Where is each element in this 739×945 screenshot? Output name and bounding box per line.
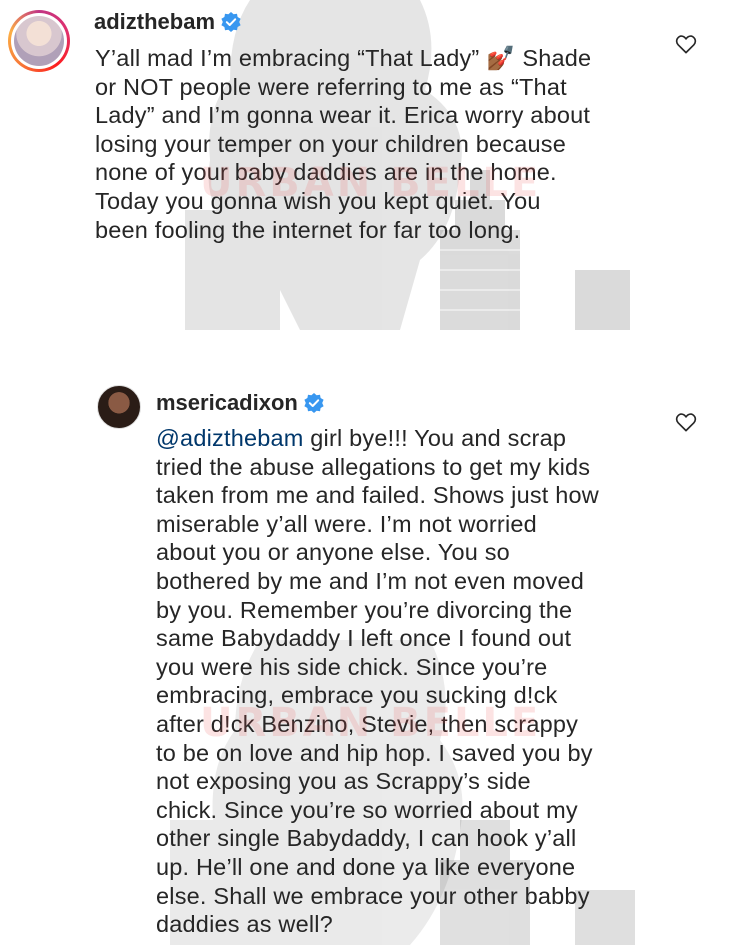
comment-line: Y’all mad I’m embracing “That Lady” 💅🏾 S…: [95, 45, 592, 71]
comment-line: chick. Since you’re so worried about my: [156, 796, 578, 823]
username-label[interactable]: adizthebam: [94, 9, 215, 35]
comment-line: after d!ck Benzino, Stevie, then scrappy: [156, 710, 579, 737]
comment-username[interactable]: msericadixon: [156, 390, 324, 416]
comment-line: taken from me and failed. Shows just how: [156, 482, 599, 509]
comment-body: @adizthebam girl bye!!! You and scrap tr…: [156, 424, 696, 939]
comment-line: @adizthebam girl bye!!! You and scrap: [156, 424, 696, 453]
comment-line: daddies as well?: [156, 911, 333, 938]
comment-body: Y’all mad I’m embracing “That Lady” 💅🏾 S…: [95, 44, 665, 244]
comment-text: girl bye!!! You and scrap: [303, 425, 567, 451]
mention-link[interactable]: @adizthebam: [156, 425, 304, 451]
like-heart-icon[interactable]: [675, 34, 697, 54]
comment-line: you were his side chick. Since you’re: [156, 653, 548, 680]
comment-line: else. Shall we embrace your other babby: [156, 882, 590, 909]
username-label[interactable]: msericadixon: [156, 390, 298, 416]
verified-badge-icon: [304, 393, 324, 413]
comment-line: miserable y’all were. I’m not worried: [156, 510, 537, 537]
comment-username[interactable]: adizthebam: [94, 9, 241, 35]
comment-line: same Babydaddy I left once I found out: [156, 625, 572, 652]
comment-line: tried the abuse allegations to get my ki…: [156, 453, 591, 480]
avatar[interactable]: [8, 10, 70, 72]
comment-line: none of your baby daddies are in the hom…: [95, 159, 557, 186]
avatar[interactable]: [97, 385, 141, 429]
verified-badge-icon: [221, 12, 241, 32]
comment-line: by you. Remember you’re divorcing the: [156, 596, 573, 623]
comment-line: about you or anyone else. You so: [156, 539, 510, 566]
comment-line: embracing, embrace you sucking d!ck: [156, 682, 558, 709]
comment-line: bothered by me and I’m not even moved: [156, 567, 585, 594]
comment-line: up. He’ll one and done ya like everyone: [156, 853, 576, 880]
comment-line: or NOT people were referring to me as “T…: [95, 73, 567, 100]
comment-line: Lady” and I’m gonna wear it. Erica worry…: [95, 102, 591, 129]
comment-line: losing your temper on your children beca…: [95, 130, 567, 157]
comment-line: other single Babydaddy, I can hook y’all: [156, 825, 577, 852]
comment-line: been fooling the internet for far too lo…: [95, 216, 521, 243]
comment-line: Today you gonna wish you kept quiet. You: [95, 187, 541, 214]
comment-line: not exposing you as Scrappy’s side: [156, 768, 531, 795]
comment-line: to be on love and hip hop. I saved you b…: [156, 739, 593, 766]
